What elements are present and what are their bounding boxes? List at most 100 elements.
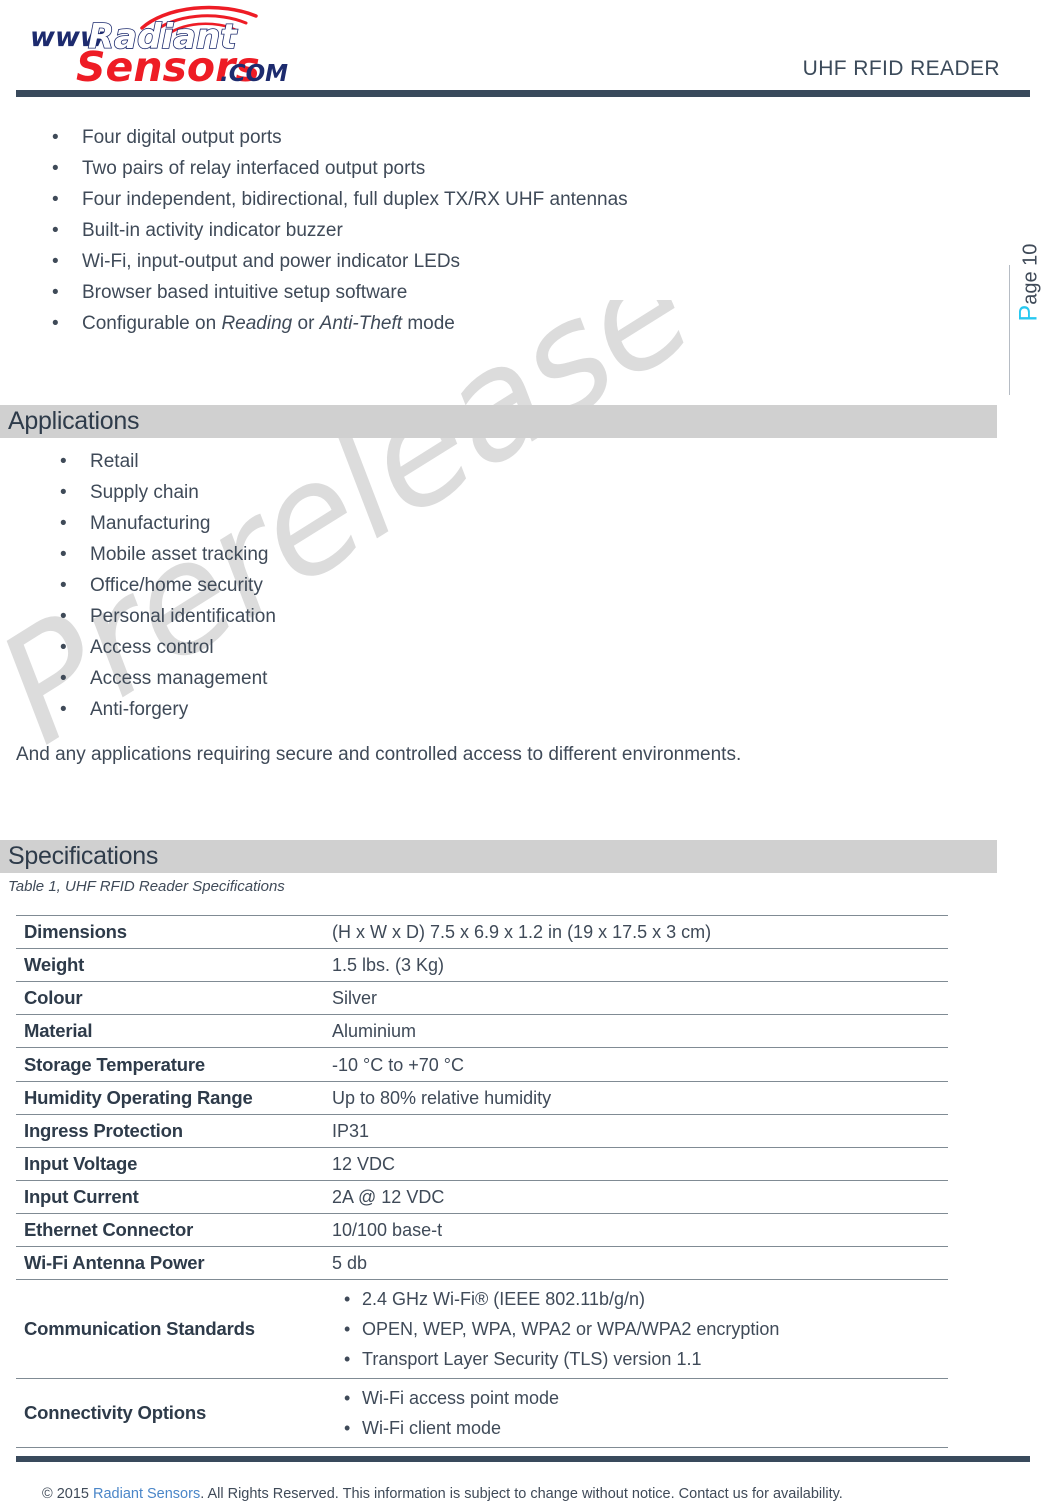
bullet-icon: • [60, 575, 67, 596]
document-title: UHF RFID READER [802, 57, 1000, 80]
spec-value: Silver [324, 981, 948, 1015]
spec-value-list: • Wi-Fi access point mode • Wi-Fi client m… [324, 1378, 948, 1448]
spec-label: Ingress Protection [16, 1114, 324, 1148]
list-item: • Wi-Fi access point mode [344, 1383, 948, 1413]
connectivity-options-list: • Wi-Fi access point mode • Wi-Fi client m… [332, 1383, 948, 1443]
footer-copyright-rest: . All Rights Reserved. This information … [200, 1486, 843, 1502]
list-item-emphasis-antitheft: Anti-Theft [319, 313, 403, 334]
document-page: Prerelease Version www. Radiant Sensors … [0, 0, 1062, 1511]
section-header-applications: Applications [0, 405, 997, 438]
table-row: Wi-Fi Antenna Power 5 db [16, 1246, 948, 1280]
list-item: • Browser based intuitive setup software [52, 277, 942, 308]
list-item-label: Wi-Fi access point mode [362, 1388, 560, 1408]
list-item-label-post: mode [402, 313, 455, 334]
spec-label: Weight [16, 948, 324, 982]
list-item-label: OPEN, WEP, WPA, WPA2 or WPA/WPA2 encrypt… [362, 1319, 780, 1339]
bullet-icon: • [52, 158, 59, 179]
spec-value: 1.5 lbs. (3 Kg) [324, 948, 948, 982]
list-item-label: Manufacturing [90, 513, 211, 534]
list-item: • Personal identification [60, 601, 790, 632]
spec-value: 2A @ 12 VDC [324, 1180, 948, 1214]
bullet-icon: • [60, 668, 67, 689]
list-item-label: Anti-forgery [90, 699, 189, 720]
radiant-sensors-logo: www. Radiant Sensors .COM [24, 2, 304, 88]
specifications-table: Dimensions (H x W x D) 7.5 x 6.9 x 1.2 i… [16, 915, 948, 1448]
spec-label: Colour [16, 981, 324, 1015]
bullet-icon: • [60, 451, 67, 472]
table-row: Humidity Operating Range Up to 80% relat… [16, 1081, 948, 1115]
list-item: • OPEN, WEP, WPA, WPA2 or WPA/WPA2 encryp… [344, 1314, 948, 1344]
communication-standards-list: • 2.4 GHz Wi-Fi® (IEEE 802.11b/g/n) • OPEN… [332, 1284, 948, 1374]
bullet-icon: • [52, 313, 59, 334]
spec-label: Storage Temperature [16, 1047, 324, 1082]
table-row: Colour Silver [16, 981, 948, 1015]
table-row: Input Current 2A @ 12 VDC [16, 1180, 948, 1214]
table-row: Ingress Protection IP31 [16, 1114, 948, 1148]
bullet-icon: • [60, 544, 67, 565]
applications-closing-text: And any applications requiring secure an… [16, 744, 742, 765]
spec-value: 5 db [324, 1246, 948, 1280]
table-row: Storage Temperature -10 °C to +70 °C [16, 1047, 948, 1082]
list-item-label: Built-in activity indicator buzzer [82, 220, 343, 241]
list-item-label: Wi-Fi client mode [362, 1418, 502, 1438]
table-row: Material Aluminium [16, 1014, 948, 1048]
bullet-icon: • [344, 1418, 351, 1438]
table-row: Dimensions (H x W x D) 7.5 x 6.9 x 1.2 i… [16, 915, 948, 949]
list-item-label: Office/home security [90, 575, 263, 596]
bullet-icon: • [52, 282, 59, 303]
bullet-icon: • [344, 1349, 351, 1369]
list-item-label: Mobile asset tracking [90, 544, 269, 565]
spec-label: Dimensions [16, 915, 324, 949]
list-item: • Four independent, bidirectional, full d… [52, 184, 942, 215]
spec-label: Connectivity Options [16, 1378, 324, 1448]
section-title: Specifications [8, 842, 159, 870]
list-item-label: Personal identification [90, 606, 276, 627]
page-number-initial: P [1014, 304, 1043, 322]
footer-copyright-prefix: © 2015 [42, 1486, 93, 1502]
bullet-icon: • [344, 1319, 351, 1339]
features-list: • Four digital output ports • Two pairs of… [52, 122, 942, 339]
spec-label: Material [16, 1014, 324, 1048]
list-item: • Manufacturing [60, 508, 790, 539]
table-row: Weight 1.5 lbs. (3 Kg) [16, 948, 948, 982]
applications-list: • Retail • Supply chain • Manufacturing • Mo… [60, 446, 790, 725]
section-header-specifications: Specifications [0, 840, 997, 873]
bullet-icon: • [52, 127, 59, 148]
list-item: • Two pairs of relay interfaced output po… [52, 153, 942, 184]
spec-value-list: • 2.4 GHz Wi-Fi® (IEEE 802.11b/g/n) • OPEN… [324, 1279, 948, 1379]
footer-divider [16, 1456, 1030, 1462]
footer-company-link[interactable]: Radiant Sensors [93, 1486, 200, 1502]
list-item: • Four digital output ports [52, 122, 942, 153]
list-item: • Configurable on Reading or Anti-Theft m… [52, 308, 942, 339]
spec-value: 10/100 base-t [324, 1213, 948, 1247]
list-item: • Built-in activity indicator buzzer [52, 215, 942, 246]
spec-value: 12 VDC [324, 1147, 948, 1181]
spec-label: Ethernet Connector [16, 1213, 324, 1247]
bullet-icon: • [344, 1289, 351, 1309]
spec-value: IP31 [324, 1114, 948, 1148]
table-row: Ethernet Connector 10/100 base-t [16, 1213, 948, 1247]
page-number-rest: age 10 [1019, 243, 1042, 305]
list-item: • Office/home security [60, 570, 790, 601]
list-item-label: Browser based intuitive setup software [82, 282, 408, 303]
list-item-label: Configurable on [82, 313, 222, 334]
table-row: Connectivity Options • Wi-Fi access point… [16, 1378, 948, 1448]
svg-text:.COM: .COM [220, 61, 288, 87]
bullet-icon: • [344, 1388, 351, 1408]
spec-value: -10 °C to +70 °C [324, 1047, 948, 1082]
bullet-icon: • [52, 251, 59, 272]
list-item: • Access management [60, 663, 790, 694]
list-item-label: Four independent, bidirectional, full du… [82, 189, 628, 210]
spec-label: Input Voltage [16, 1147, 324, 1181]
table-row: Communication Standards • 2.4 GHz Wi-Fi® … [16, 1279, 948, 1379]
page-header: www. Radiant Sensors .COM UHF RFID READE… [0, 0, 1062, 98]
list-item: • Access control [60, 632, 790, 663]
page-number-marker: Page 10 [996, 210, 1056, 420]
bullet-icon: • [60, 637, 67, 658]
list-item: • 2.4 GHz Wi-Fi® (IEEE 802.11b/g/n) [344, 1284, 948, 1314]
list-item-label-mid: or [292, 313, 320, 334]
list-item: • Transport Layer Security (TLS) version … [344, 1344, 948, 1374]
list-item-label: 2.4 GHz Wi-Fi® (IEEE 802.11b/g/n) [362, 1289, 646, 1309]
list-item-label: Supply chain [90, 482, 199, 503]
list-item-label: Wi-Fi, input-output and power indicator … [82, 251, 461, 272]
